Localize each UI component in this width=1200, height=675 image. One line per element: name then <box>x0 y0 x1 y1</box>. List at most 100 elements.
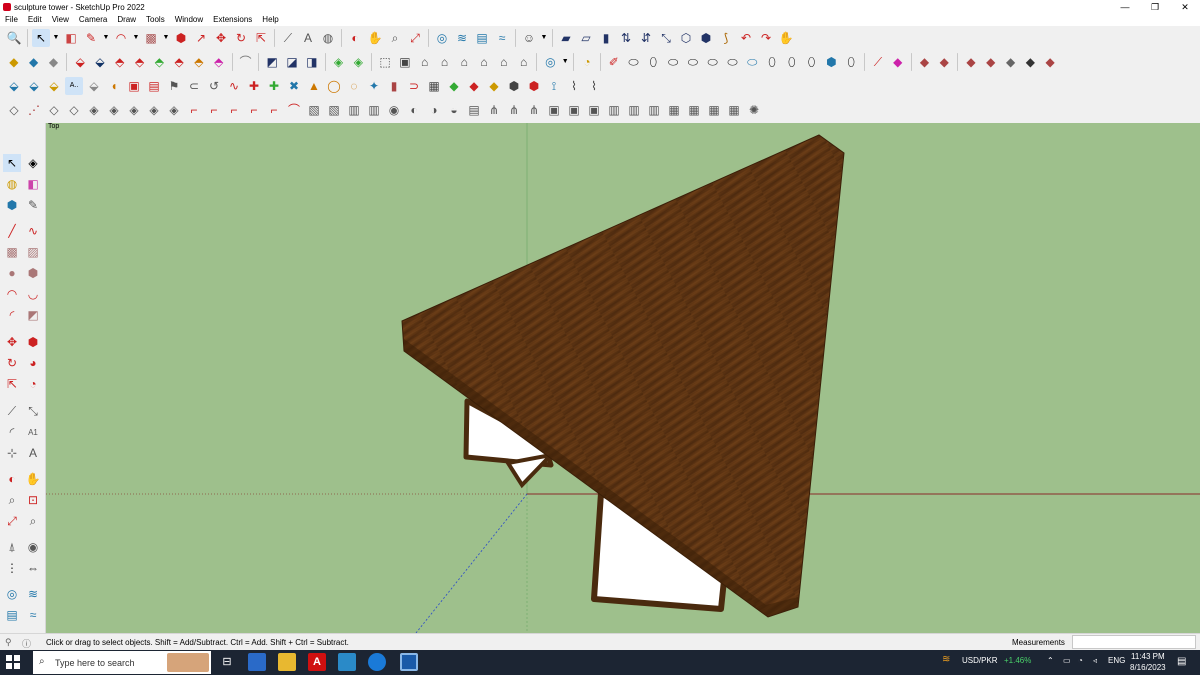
orbit-icon[interactable]: ◐ <box>3 470 21 488</box>
weld-icon[interactable]: ⟋ <box>869 53 887 71</box>
solid-subtract-icon[interactable]: ⬙ <box>91 53 109 71</box>
line-dropdown-icon[interactable]: ▼ <box>102 29 110 47</box>
texture-position-icon[interactable]: ◆ <box>962 53 980 71</box>
menu-file[interactable]: File <box>0 14 23 26</box>
section-plane-icon[interactable]: ⇔ <box>24 559 42 577</box>
axes-tool-icon[interactable]: ⊹ <box>3 444 21 462</box>
menu-camera[interactable]: Camera <box>74 14 112 26</box>
shape-flag-icon[interactable]: ⚑ <box>165 77 183 95</box>
cleanup-icon[interactable]: ◆ <box>889 53 907 71</box>
text-tool-icon[interactable]: A <box>299 29 317 47</box>
shape-slab-outline-icon[interactable]: ⬙ <box>85 77 103 95</box>
mesh-corner-icon[interactable]: ⌐ <box>185 101 203 119</box>
follow-path-icon[interactable]: ◔ <box>578 53 596 71</box>
measurements-input[interactable] <box>1072 635 1196 649</box>
previous-view-icon[interactable]: ⌕ <box>24 512 42 530</box>
look-around-icon[interactable]: ◉ <box>24 538 42 556</box>
polygon-tool-icon[interactable]: ⬢ <box>24 264 42 282</box>
fspline-icon[interactable]: ⬭ <box>743 53 761 71</box>
file-explorer-icon[interactable] <box>278 653 296 671</box>
close-button[interactable]: ✕ <box>1170 0 1200 14</box>
mesh-taper-icon[interactable]: ◒ <box>445 101 463 119</box>
mesh-wave-icon[interactable]: ◈ <box>105 101 123 119</box>
plugin-hand-icon[interactable]: ✋ <box>777 29 795 47</box>
3d-warehouse-icon[interactable]: ◎ <box>3 585 21 603</box>
extension-manager-icon[interactable]: ≈ <box>24 606 42 624</box>
mesh-chamfer-icon[interactable]: ⌐ <box>225 101 243 119</box>
mesh-lattice-icon[interactable]: ▧ <box>325 101 343 119</box>
flip-edge-icon[interactable]: ⬡ <box>677 29 695 47</box>
word-app-icon[interactable] <box>338 653 356 671</box>
paint-bucket-icon[interactable]: ◍ <box>3 175 21 193</box>
maximize-button[interactable]: ❐ <box>1140 0 1170 14</box>
info-icon[interactable]: ⓘ <box>22 637 31 650</box>
texture-tool-icon[interactable]: ◆ <box>1021 53 1039 71</box>
shape-dodeca-icon[interactable]: ⬢ <box>505 77 523 95</box>
mesh-array-icon[interactable]: ▥ <box>345 101 363 119</box>
shape-x-icon[interactable]: ✖ <box>285 77 303 95</box>
scale-tool-icon[interactable]: ⇱ <box>3 375 21 393</box>
menu-view[interactable]: View <box>47 14 74 26</box>
styles-dropdown-icon[interactable]: ▼ <box>561 53 569 71</box>
styles-icon[interactable]: ◎ <box>541 53 559 71</box>
shape-panel-tab[interactable]: A.. <box>65 77 83 95</box>
eraser-icon[interactable]: ◧ <box>24 175 42 193</box>
shape-tetra-icon[interactable]: ◆ <box>445 77 463 95</box>
scale-tool-icon[interactable]: ⇱ <box>252 29 270 47</box>
solid-intersect-icon[interactable]: ⬘ <box>111 53 129 71</box>
zoom-icon[interactable]: ⌕ <box>3 491 21 509</box>
move-tool-icon[interactable]: ✥ <box>3 333 21 351</box>
rectangle-dropdown-icon[interactable]: ▼ <box>162 29 170 47</box>
minimize-button[interactable]: — <box>1110 0 1140 14</box>
three-point-arc-icon[interactable]: ◜ <box>3 306 21 324</box>
freehand-tool-icon[interactable]: ∿ <box>24 222 42 240</box>
mesh-fan-icon[interactable]: ⋔ <box>485 101 503 119</box>
mesh-loft-icon[interactable]: ⌒ <box>285 101 303 119</box>
rectangle-tool-icon[interactable]: ▩ <box>142 29 160 47</box>
shape-helix-icon[interactable]: ⟟ <box>545 77 563 95</box>
mesh-plane-icon[interactable]: ◇ <box>65 101 83 119</box>
solid-trim-icon[interactable]: ⬘ <box>131 53 149 71</box>
offset-tool-icon[interactable]: ◔ <box>24 375 42 393</box>
follow-me-icon[interactable]: ↗ <box>192 29 210 47</box>
solid-outer-shell-icon[interactable]: ⬘ <box>170 53 188 71</box>
mesh-offset-icon[interactable]: ⌐ <box>245 101 263 119</box>
protractor-icon[interactable]: ◜ <box>3 423 21 441</box>
clock-date[interactable]: 8/16/2023 <box>1130 663 1166 672</box>
mesh-extrude-icon[interactable]: ⌐ <box>265 101 283 119</box>
mesh-panel-icon[interactable]: ▣ <box>565 101 583 119</box>
network-icon[interactable]: ▭ <box>1063 656 1071 665</box>
shape-tube-icon[interactable]: ⊃ <box>405 77 423 95</box>
follow-me-icon[interactable]: ◕ <box>24 354 42 372</box>
shape-grid-icon[interactable]: ▤ <box>145 77 163 95</box>
texture-rotate-icon[interactable]: ◆ <box>1041 53 1059 71</box>
shape-cylinder-icon[interactable]: ▮ <box>385 77 403 95</box>
extension-warehouse-icon[interactable]: ≋ <box>24 585 42 603</box>
layout-icon[interactable]: ▤ <box>473 29 491 47</box>
shape-sweep-icon[interactable]: ↺ <box>205 77 223 95</box>
push-pull-icon[interactable]: ⬢ <box>24 333 42 351</box>
uv-map-icon[interactable]: ◆ <box>1002 53 1020 71</box>
calculator-app-icon[interactable] <box>248 653 266 671</box>
shaded-textures-icon[interactable]: ⌂ <box>495 53 513 71</box>
mesh-ray-icon[interactable]: ⋔ <box>505 101 523 119</box>
move-tool-icon[interactable]: ✥ <box>212 29 230 47</box>
solid-inspector-icon[interactable]: ⬘ <box>210 53 228 71</box>
rotated-rectangle-icon[interactable]: ▨ <box>24 243 42 261</box>
push-pull-icon[interactable]: ⬢ <box>172 29 190 47</box>
make-component-icon[interactable]: ◈ <box>24 154 42 172</box>
edit-vertex-icon[interactable]: ⬢ <box>822 53 840 71</box>
zoom-extents-icon[interactable]: ⤢ <box>3 512 21 530</box>
mesh-frame-icon[interactable]: ▣ <box>585 101 603 119</box>
section-display-icon[interactable]: ◪ <box>283 53 301 71</box>
tape-measure-icon[interactable]: ⟋ <box>3 402 21 420</box>
autocad-app-icon[interactable]: A <box>308 653 326 671</box>
section-cut-icon[interactable]: ◨ <box>303 53 321 71</box>
rotate-tool-icon[interactable]: ↻ <box>3 354 21 372</box>
select-dropdown-icon[interactable]: ▼ <box>52 29 60 47</box>
drape-icon[interactable]: ⇵ <box>637 29 655 47</box>
solid-tool-icon[interactable]: ⬘ <box>190 53 208 71</box>
shape-cross-icon[interactable]: ✚ <box>245 77 263 95</box>
volume-icon[interactable]: ◃ <box>1093 656 1097 665</box>
solid-union-icon[interactable]: ⬙ <box>71 53 89 71</box>
